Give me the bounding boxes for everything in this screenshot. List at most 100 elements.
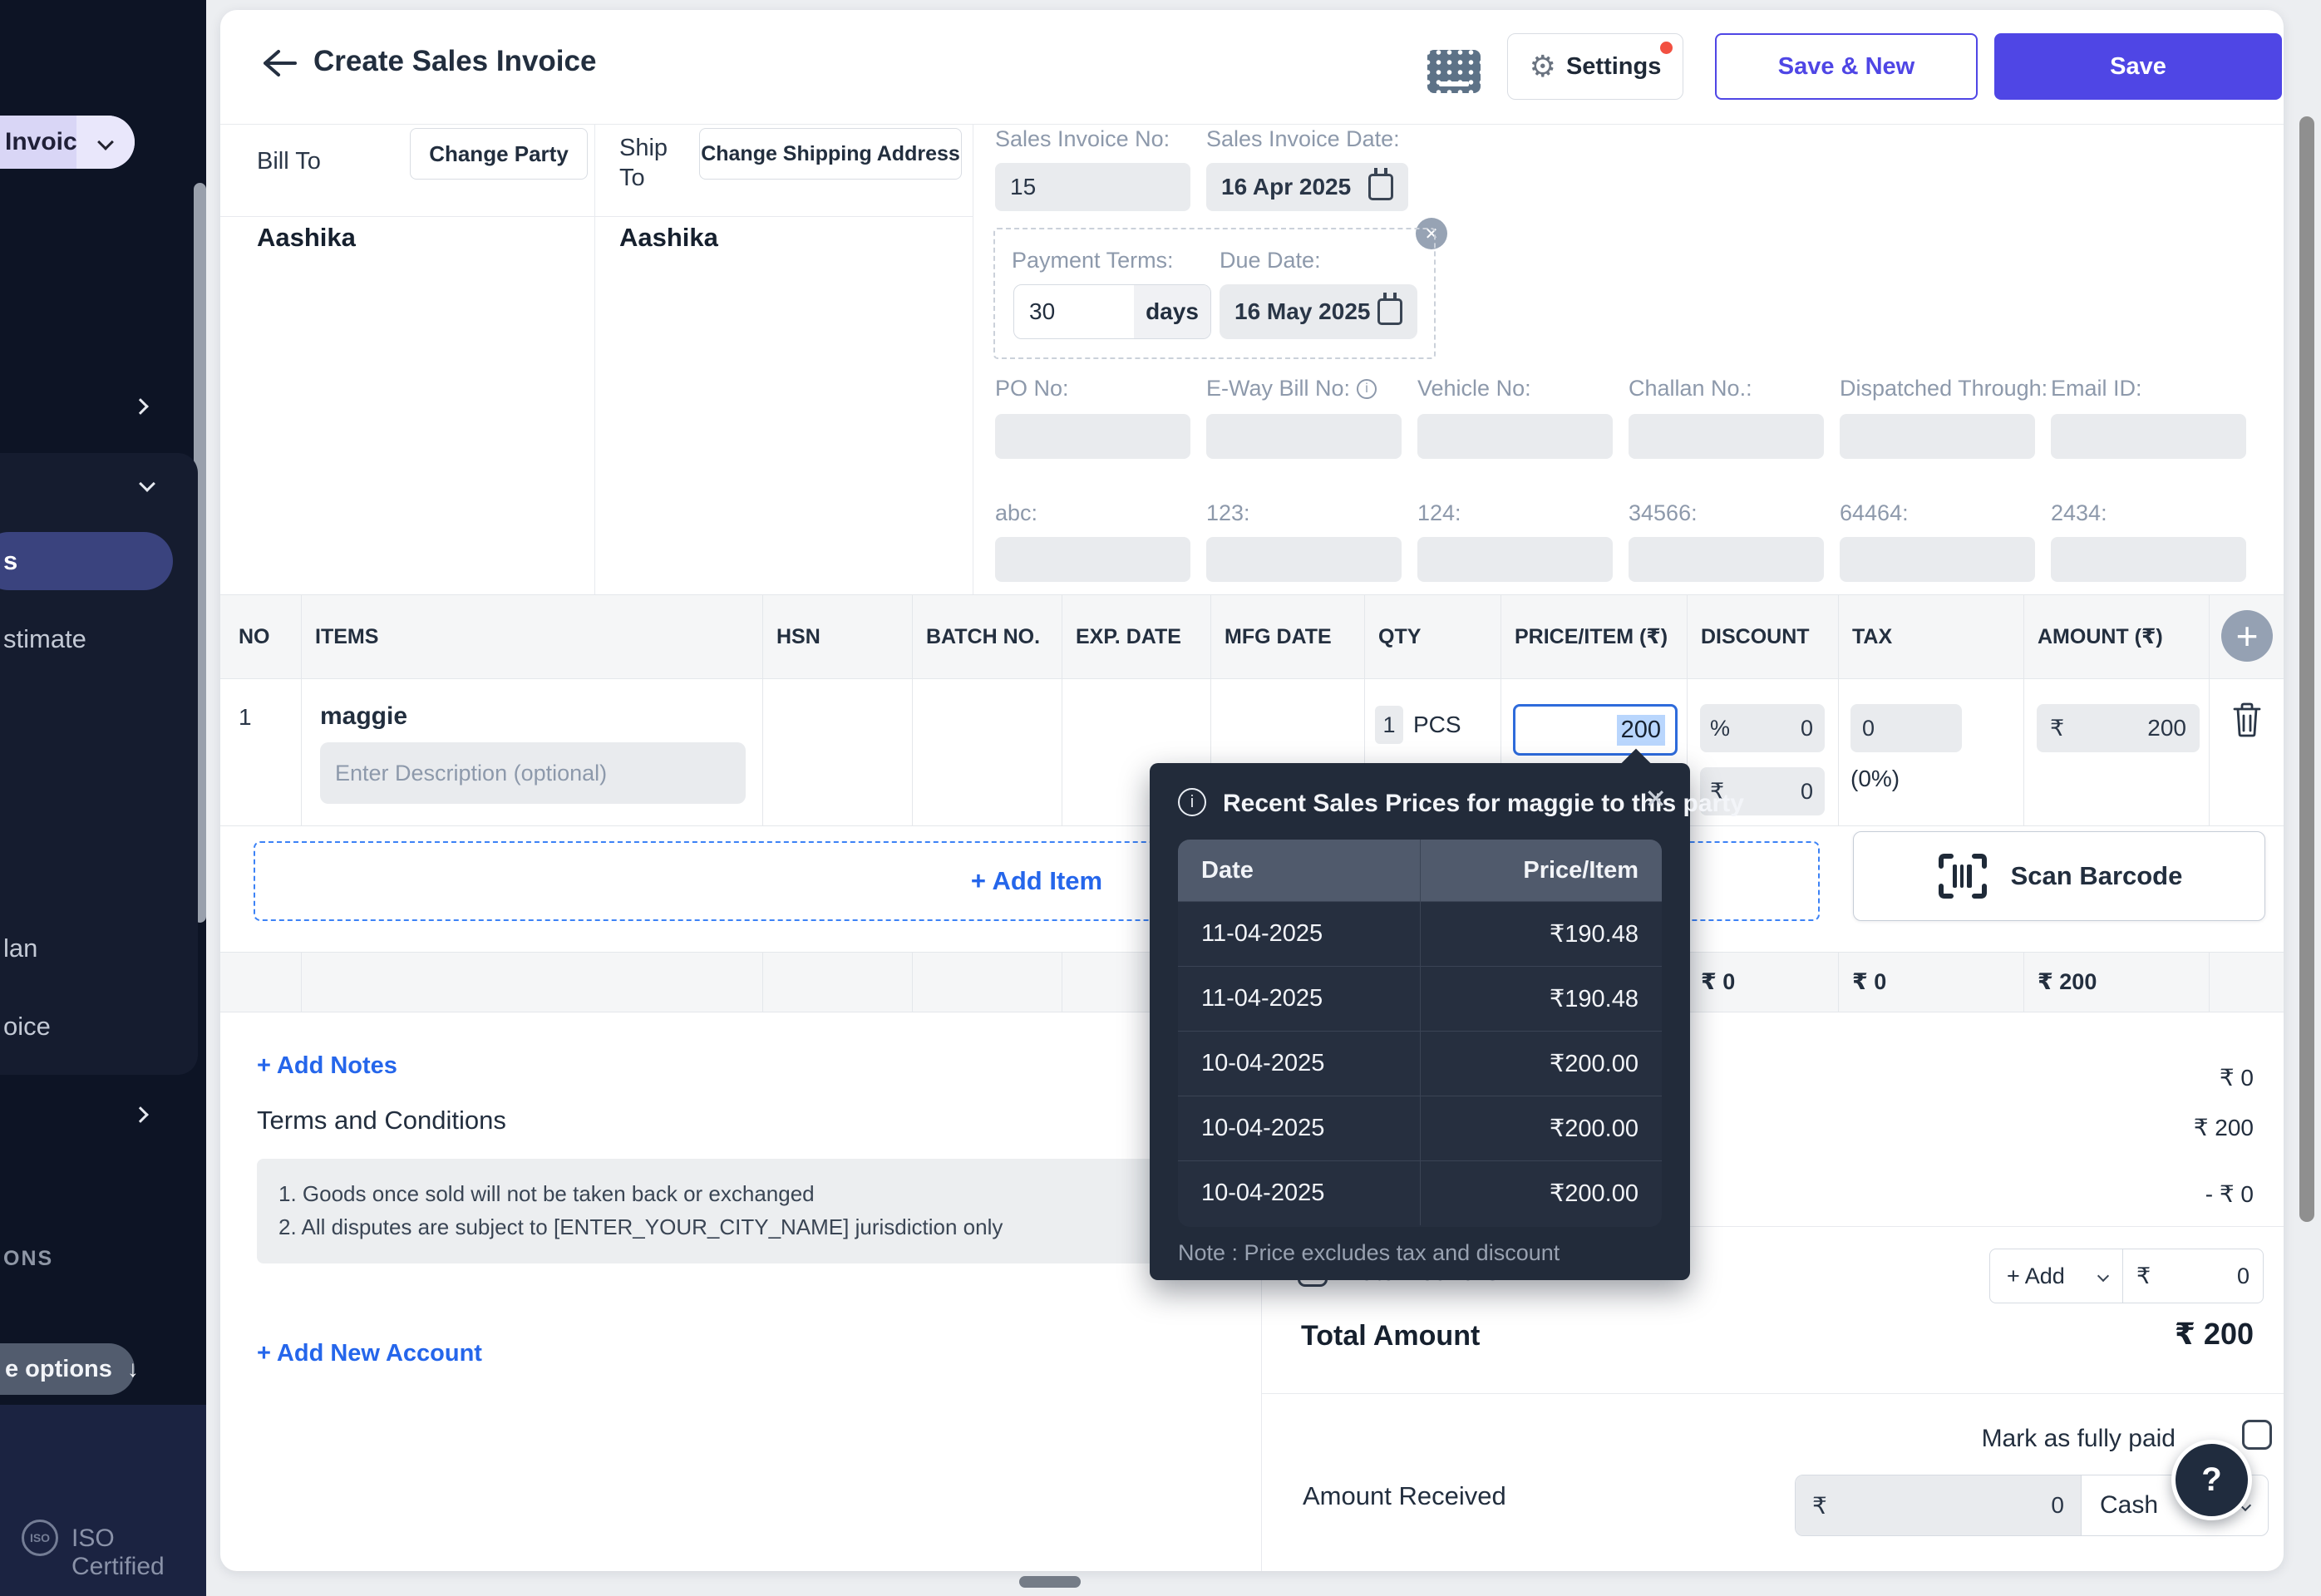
sidebar-item-selected[interactable]: s xyxy=(0,532,173,590)
notification-dot xyxy=(1660,42,1673,54)
add-column-button[interactable]: + xyxy=(2221,610,2273,662)
down-arrow-icon: ↓ xyxy=(127,1356,139,1382)
tax-input[interactable]: 0 xyxy=(1850,704,1962,752)
divider xyxy=(1261,1393,2284,1394)
sidebar-item-challan[interactable]: lan xyxy=(3,933,37,963)
add-charge-amount-input[interactable]: ₹ 0 xyxy=(2123,1264,2263,1289)
items-table-header: NO ITEMS HSN BATCH NO. EXP. DATE MFG DAT… xyxy=(220,594,2284,679)
hsn-cell[interactable] xyxy=(763,679,913,825)
eway-bill-label: E-Way Bill No:i xyxy=(1206,376,1377,401)
iso-badge-icon: ISO xyxy=(22,1520,58,1556)
iso-certified-label: ISO Certified xyxy=(71,1525,206,1581)
keyboard-shortcuts-icon[interactable] xyxy=(1427,50,1481,93)
due-date-label: Due Date: xyxy=(1220,248,1321,273)
page-title: Create Sales Invoice xyxy=(313,45,596,78)
custom-field-input[interactable] xyxy=(1840,537,2035,582)
due-date-field[interactable]: 16 May 2025 xyxy=(1220,284,1417,339)
recent-prices-table: Date Price/Item 11-04-2025 ₹190.48 11-04… xyxy=(1178,840,1662,1227)
terms-title: Terms and Conditions xyxy=(257,1106,506,1135)
custom-field-label: abc: xyxy=(995,500,1037,526)
col-batch-no: BATCH NO. xyxy=(913,595,1062,678)
qty-input[interactable]: 1 xyxy=(1375,706,1403,744)
custom-field-input[interactable] xyxy=(1629,537,1824,582)
calendar-icon xyxy=(1368,174,1393,200)
custom-field-input[interactable] xyxy=(2051,537,2246,582)
sidebar-item-estimate[interactable]: stimate xyxy=(3,624,86,654)
divider xyxy=(220,216,973,217)
rupee-prefix: ₹ xyxy=(2037,716,2064,741)
chevron-right-icon[interactable] xyxy=(132,398,149,415)
col-items: ITEMS xyxy=(302,595,763,678)
col-exp-date: EXP. DATE xyxy=(1062,595,1211,678)
back-arrow-icon[interactable] xyxy=(260,47,298,80)
chevron-down-icon[interactable] xyxy=(139,475,155,492)
save-button[interactable]: Save xyxy=(1994,33,2282,100)
custom-field-input[interactable] xyxy=(995,537,1190,582)
invoice-date-field[interactable]: 16 Apr 2025 xyxy=(1206,163,1408,211)
mark-fully-paid-label: Mark as fully paid xyxy=(1982,1425,2176,1453)
rupee-prefix: ₹ xyxy=(2136,1264,2151,1289)
popup-price-row[interactable]: 10-04-2025 ₹200.00 xyxy=(1178,1160,1662,1225)
vertical-scrollbar[interactable] xyxy=(2299,116,2314,1222)
vehicle-no-input[interactable] xyxy=(1417,414,1613,459)
invoice-no-field[interactable]: 15 xyxy=(995,163,1190,211)
popup-price-row[interactable]: 10-04-2025 ₹200.00 xyxy=(1178,1096,1662,1160)
terms-text-box[interactable]: 1. Goods once sold will not be taken bac… xyxy=(257,1159,1239,1264)
unit-label[interactable]: PCS xyxy=(1413,712,1461,738)
more-options-button[interactable]: e options ↓ xyxy=(0,1343,135,1395)
custom-field-label: 2434: xyxy=(2051,500,2107,526)
custom-field-label: 34566: xyxy=(1629,500,1698,526)
po-no-label: PO No: xyxy=(995,376,1069,401)
chevron-down-icon[interactable] xyxy=(76,116,135,169)
item-name[interactable]: maggie xyxy=(320,702,762,731)
po-no-input[interactable] xyxy=(995,414,1190,459)
add-charge-dropdown[interactable]: + Add xyxy=(1990,1249,2123,1303)
change-party-button[interactable]: Change Party xyxy=(410,128,588,180)
info-icon[interactable]: i xyxy=(1357,379,1377,399)
amount-field: ₹ 200 xyxy=(2037,704,2200,752)
col-qty: QTY xyxy=(1365,595,1501,678)
close-icon[interactable]: ✕ xyxy=(1644,783,1667,815)
tax-percent-label: (0%) xyxy=(1850,766,2023,792)
dispatched-through-input[interactable] xyxy=(1840,414,2035,459)
email-id-label: Email ID: xyxy=(2051,376,2142,401)
popup-price-row[interactable]: 10-04-2025 ₹200.00 xyxy=(1178,1031,1662,1096)
delete-row-icon[interactable] xyxy=(2231,701,2263,739)
email-id-input[interactable] xyxy=(2051,414,2246,459)
custom-field-label: 64464: xyxy=(1840,500,1909,526)
popup-col-date: Date xyxy=(1178,840,1421,901)
batch-no-cell[interactable] xyxy=(913,679,1062,825)
dispatched-through-label: Dispatched Through: xyxy=(1840,376,2048,401)
sidebar-create-invoice-button[interactable]: Invoice xyxy=(0,116,135,169)
rupee-prefix: ₹ xyxy=(1812,1492,1827,1520)
help-button[interactable]: ? xyxy=(2171,1440,2252,1520)
invoice-date-label: Sales Invoice Date: xyxy=(1206,126,1400,152)
discount-percent-input[interactable]: % 0 xyxy=(1700,704,1825,752)
eway-bill-input[interactable] xyxy=(1206,414,1402,459)
challan-no-input[interactable] xyxy=(1629,414,1824,459)
amount-received-input[interactable]: ₹ 0 xyxy=(1796,1475,2082,1535)
popup-price-row[interactable]: 11-04-2025 ₹190.48 xyxy=(1178,966,1662,1031)
add-notes-link[interactable]: + Add Notes xyxy=(257,1052,397,1080)
invoice-no-label: Sales Invoice No: xyxy=(995,126,1170,152)
divider xyxy=(594,125,595,594)
custom-field-input[interactable] xyxy=(1417,537,1613,582)
horizontal-scrollbar[interactable] xyxy=(1019,1576,1081,1588)
sidebar-item-proforma-invoice[interactable]: oice xyxy=(3,1012,51,1042)
mark-fully-paid-checkbox[interactable] xyxy=(2242,1420,2272,1450)
change-shipping-address-button[interactable]: Change Shipping Address xyxy=(699,128,962,180)
item-description-input[interactable]: Enter Description (optional) xyxy=(320,742,746,804)
payment-terms-input[interactable]: 30 days xyxy=(1013,284,1211,339)
percent-prefix: % xyxy=(1700,716,1730,741)
settings-button[interactable]: ⚙ Settings xyxy=(1507,33,1683,100)
save-and-new-button[interactable]: Save & New xyxy=(1715,33,1978,100)
row-number: 1 xyxy=(220,679,301,731)
scan-barcode-button[interactable]: Scan Barcode xyxy=(1853,831,2265,921)
chevron-right-icon[interactable] xyxy=(132,1106,149,1123)
price-input[interactable]: 200 xyxy=(1513,704,1678,756)
custom-field-input[interactable] xyxy=(1206,537,1402,582)
add-new-account-link[interactable]: + Add New Account xyxy=(257,1340,482,1367)
sidebar-item-label: s xyxy=(3,546,17,576)
popup-price-row[interactable]: 11-04-2025 ₹190.48 xyxy=(1178,901,1662,966)
terms-line: 2. All disputes are subject to [ENTER_YO… xyxy=(278,1210,1218,1244)
